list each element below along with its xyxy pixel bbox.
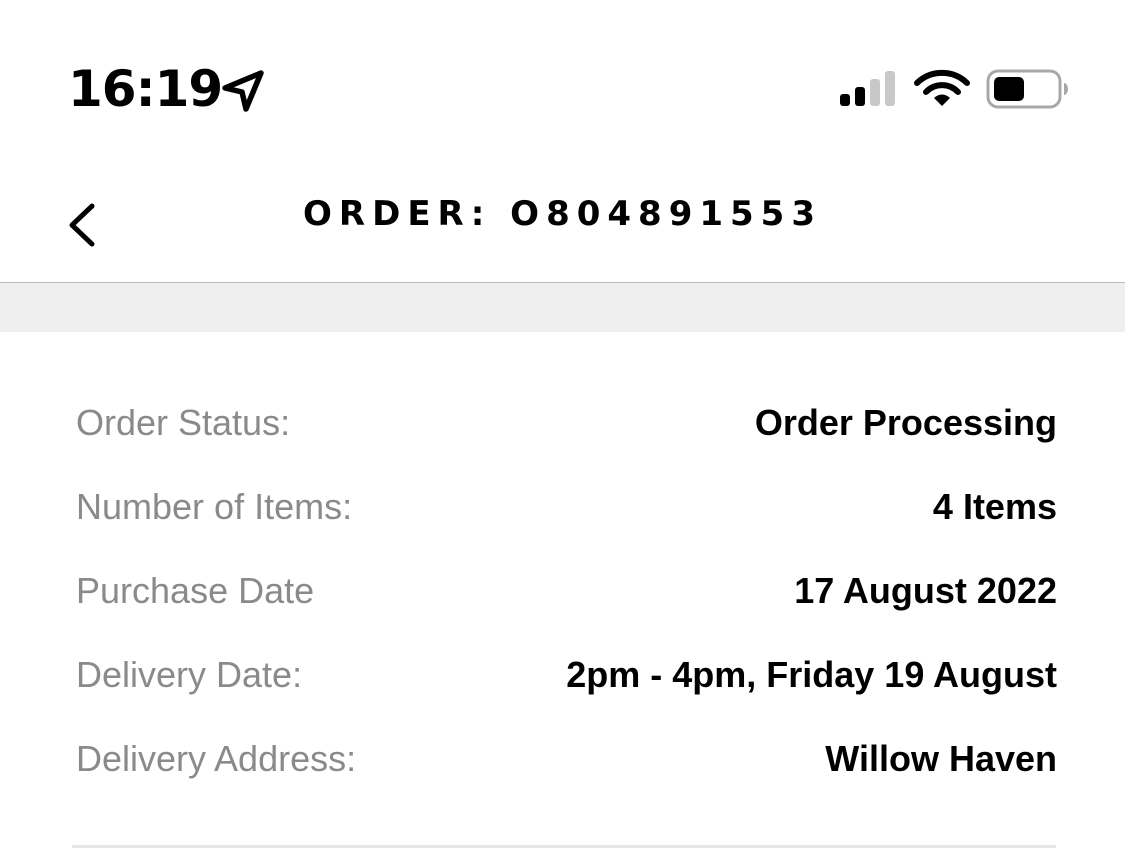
navigation-bar: ORDER: O804891553 xyxy=(0,170,1125,282)
order-status-value: Order Processing xyxy=(754,402,1057,443)
delivery-address-value: Willow Haven xyxy=(825,738,1057,779)
detail-row-delivery-address: Delivery Address: Willow Haven xyxy=(0,716,1125,800)
location-arrow-icon xyxy=(222,70,264,112)
status-bar: 16:19 xyxy=(0,0,1125,170)
detail-row-order-status: Order Status: Order Processing xyxy=(0,380,1125,464)
battery-icon xyxy=(986,69,1068,109)
purchase-date-value: 17 August 2022 xyxy=(794,570,1057,611)
section-spacer xyxy=(0,283,1125,332)
purchase-date-label: Purchase Date xyxy=(76,570,315,611)
page-title: ORDER: O804891553 xyxy=(303,194,822,234)
number-of-items-value: 4 Items xyxy=(932,486,1057,527)
wifi-icon xyxy=(914,69,970,106)
order-status-label: Order Status: xyxy=(76,402,291,443)
details-divider xyxy=(72,845,1056,848)
order-details: Order Status: Order Processing Number of… xyxy=(0,380,1125,800)
cellular-signal-icon xyxy=(840,71,895,106)
delivery-address-label: Delivery Address: xyxy=(76,738,357,779)
delivery-date-label: Delivery Date: xyxy=(76,654,303,695)
number-of-items-label: Number of Items: xyxy=(76,486,353,527)
detail-row-purchase-date: Purchase Date 17 August 2022 xyxy=(0,548,1125,632)
status-time: 16:19 xyxy=(68,60,223,118)
delivery-date-value: 2pm - 4pm, Friday 19 August xyxy=(566,654,1057,695)
detail-row-number-of-items: Number of Items: 4 Items xyxy=(0,464,1125,548)
detail-row-delivery-date: Delivery Date: 2pm - 4pm, Friday 19 Augu… xyxy=(0,632,1125,716)
